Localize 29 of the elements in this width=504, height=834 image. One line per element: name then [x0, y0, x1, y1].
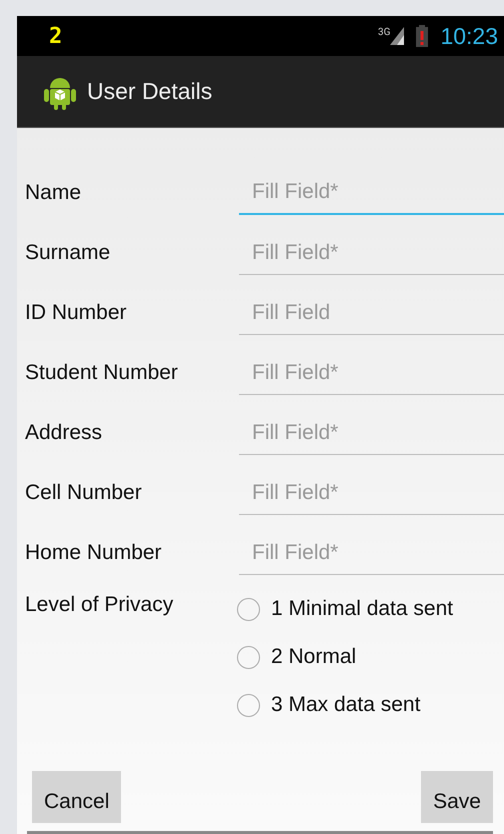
field-label: Student Number: [24, 361, 179, 385]
option-label[interactable]: 3 Max data sent: [271, 693, 420, 717]
input-field[interactable]: Fill Field*: [239, 231, 504, 275]
radio-button[interactable]: [237, 598, 260, 620]
radio-button[interactable]: [237, 646, 260, 668]
option-label[interactable]: 2 Normal: [271, 645, 356, 669]
field-label: Home Number: [24, 541, 163, 565]
cancel-button[interactable]: Cancel: [32, 771, 122, 823]
signal-icon: [390, 27, 404, 45]
option-label[interactable]: 1 Minimal data sent: [271, 597, 454, 621]
input-field[interactable]: Fill Field*: [239, 351, 504, 395]
save-button[interactable]: Save: [421, 771, 493, 823]
field-label: Surname: [24, 241, 112, 265]
input-field[interactable]: Fill Field*: [239, 411, 504, 455]
input-field[interactable]: Fill Field*: [239, 531, 504, 575]
radio-button[interactable]: [237, 694, 260, 716]
input-field[interactable]: Fill Field: [239, 291, 504, 335]
field-label: Cell Number: [24, 481, 143, 505]
field-label: Name: [24, 181, 82, 205]
battery-alert-icon: [416, 25, 428, 47]
clock-time: 10:23: [440, 22, 498, 50]
notification-count: 2: [49, 24, 62, 48]
input-field[interactable]: Fill Field*: [239, 171, 504, 215]
field-label: ID Number: [24, 301, 128, 325]
field-label: Address: [24, 421, 104, 445]
input-field[interactable]: Fill Field*: [239, 471, 504, 515]
field-label: Level of Privacy: [24, 593, 174, 617]
network-type: 3G: [378, 27, 390, 38]
screen-title: User Details: [87, 78, 212, 105]
